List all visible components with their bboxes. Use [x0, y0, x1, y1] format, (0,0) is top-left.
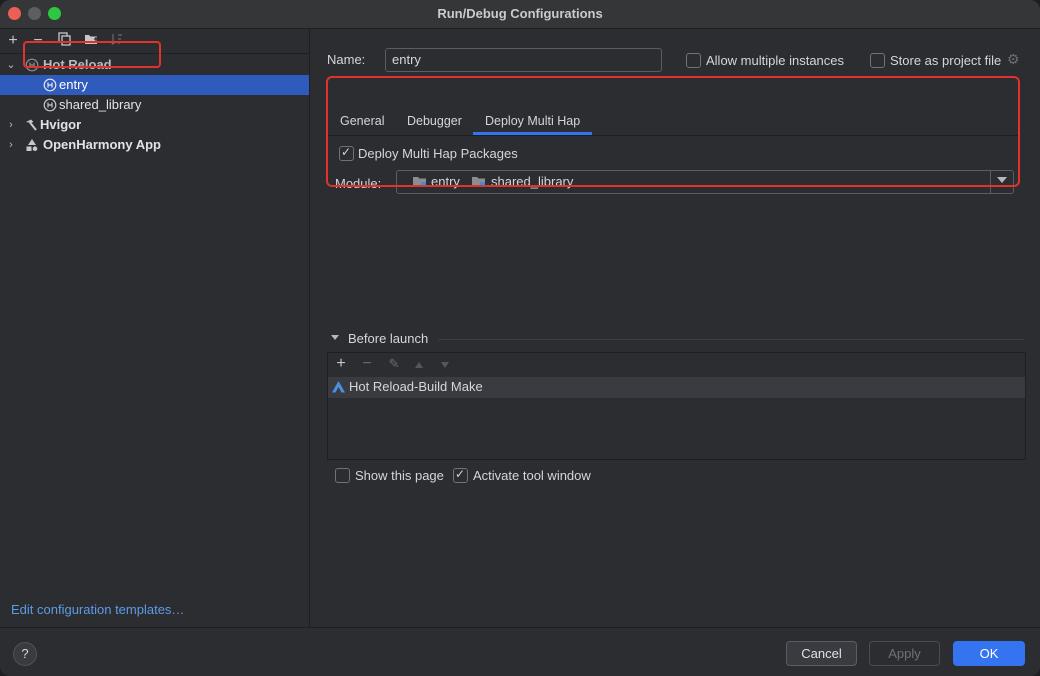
tree-item-shared-library[interactable]: shared_library	[0, 95, 309, 115]
gear-icon[interactable]: ⚙	[1007, 51, 1020, 68]
deploy-multi-hap-highlight-box	[326, 76, 1020, 187]
activate-tool-window-label: Activate tool window	[473, 468, 591, 483]
cancel-button[interactable]: Cancel	[786, 641, 857, 666]
ok-button[interactable]: OK	[953, 641, 1025, 666]
tree-group-openharmony-app[interactable]: › OpenHarmony App	[0, 135, 309, 155]
activate-tool-window-checkbox[interactable]	[453, 467, 468, 483]
chevron-right-icon[interactable]: ›	[6, 115, 16, 135]
title-bar: Run/Debug Configurations	[0, 0, 1040, 29]
hvigor-build-icon	[332, 381, 345, 393]
hot-reload-config-icon	[43, 98, 57, 112]
list-item[interactable]: Hot Reload-Build Make	[328, 377, 1025, 398]
add-icon[interactable]: +	[332, 355, 350, 373]
section-divider	[438, 339, 1024, 340]
edit-configuration-templates-link[interactable]: Edit configuration templates…	[11, 602, 184, 617]
before-launch-item-label: Hot Reload-Build Make	[349, 379, 483, 394]
chevron-down-icon[interactable]: ⌄	[6, 55, 16, 75]
show-this-page-label: Show this page	[355, 468, 444, 483]
dialog-footer: ? Cancel Apply OK	[0, 627, 1040, 676]
configurations-sidebar: + − ⌄ Hot Reload entry shared_library › …	[0, 29, 310, 627]
show-this-page-checkbox[interactable]	[335, 468, 350, 483]
allow-multiple-instances-checkbox[interactable]	[686, 53, 701, 68]
tree-label-hvigor: Hvigor	[40, 117, 82, 132]
add-icon[interactable]: +	[4, 32, 22, 50]
tree-label-shared-library: shared_library	[59, 97, 142, 112]
allow-multiple-instances-label: Allow multiple instances	[706, 53, 845, 68]
move-up-icon[interactable]	[414, 361, 424, 369]
help-button[interactable]: ?	[13, 642, 37, 666]
hammer-icon	[26, 119, 37, 131]
name-label: Name:	[327, 52, 366, 67]
chevron-right-icon[interactable]: ›	[6, 135, 16, 155]
run-debug-dialog: Run/Debug Configurations + − ⌄ Hot Reloa…	[0, 0, 1040, 676]
hot-reload-config-icon	[43, 78, 57, 92]
window-title: Run/Debug Configurations	[437, 6, 603, 21]
tree-label-openharmony-app: OpenHarmony App	[43, 137, 161, 152]
remove-icon[interactable]: −	[358, 355, 376, 373]
tree-label-entry: entry	[59, 77, 88, 92]
name-field[interactable]: entry	[385, 48, 662, 72]
move-down-icon[interactable]	[440, 361, 450, 369]
store-as-project-file-checkbox[interactable]	[870, 53, 885, 68]
tree-item-entry[interactable]: entry	[0, 75, 309, 95]
before-launch-toolbar: + − ✎	[328, 353, 1025, 377]
openharmony-app-icon	[26, 139, 38, 151]
edit-icon[interactable]: ✎	[385, 355, 403, 373]
store-as-project-file-label: Store as project file	[890, 53, 1002, 68]
before-launch-title: Before launch	[348, 331, 429, 346]
entry-highlight-box	[23, 41, 161, 68]
before-launch-list: + − ✎ Hot Reload-Build Make	[327, 352, 1026, 460]
apply-button[interactable]: Apply	[869, 641, 940, 666]
tree-group-hvigor[interactable]: › Hvigor	[0, 115, 309, 135]
triangle-down-icon[interactable]	[330, 334, 340, 342]
